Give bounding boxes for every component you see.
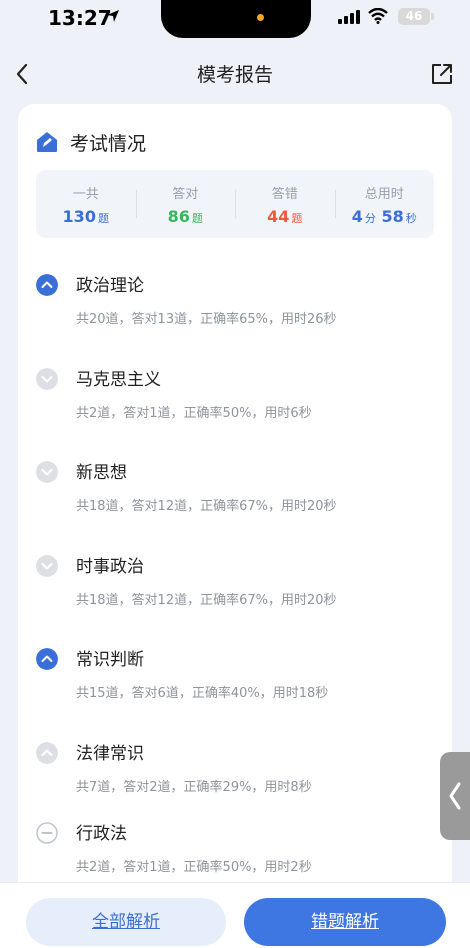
- subject-item-new-thought[interactable]: 新思想 共18道，答对12道，正确率67%，用时20秒: [18, 441, 452, 514]
- subject-detail: 共2道，答对1道，正确率50%，用时6秒: [76, 406, 312, 421]
- share-button[interactable]: [430, 62, 454, 86]
- bottom-action-bar: 全部解析 错题解析: [0, 882, 470, 948]
- chevron-left-icon: [449, 782, 461, 810]
- subject-name: 时事政治: [76, 557, 144, 577]
- subject-name: 常识判断: [76, 650, 144, 670]
- side-drawer-handle[interactable]: [440, 752, 470, 840]
- subject-detail: 共7道，答对2道，正确率29%，用时8秒: [76, 780, 312, 795]
- summary-wrong-label: 答错: [271, 187, 298, 202]
- chevron-up-icon[interactable]: [36, 742, 58, 764]
- summary-time-label: 总用时: [364, 187, 404, 202]
- pencil-home-icon: [37, 132, 57, 152]
- subject-name: 新思想: [76, 463, 127, 483]
- subject-name: 政治理论: [76, 276, 144, 296]
- dynamic-island: [161, 0, 311, 38]
- subject-item-common-sense[interactable]: 常识判断 共15道，答对6道，正确率40%，用时18秒: [18, 628, 452, 701]
- subject-item-politics[interactable]: 政治理论 共20道，答对13道，正确率65%，用时26秒: [18, 254, 452, 327]
- nav-header: 模考报告: [0, 48, 470, 100]
- summary-wrong-unit: 题: [291, 212, 303, 225]
- summary-total-value-line: 130 题: [36, 207, 136, 226]
- summary-wrong-value: 44: [267, 207, 290, 226]
- subject-item-administrative-law[interactable]: 行政法 共2道，答对1道，正确率50%，用时2秒: [18, 802, 452, 875]
- page-title: 模考报告: [196, 64, 273, 86]
- subject-name: 行政法: [76, 824, 127, 844]
- summary-correct-label: 答对: [172, 187, 199, 202]
- subject-item-marxism[interactable]: 马克思主义 共2道，答对1道，正确率50%，用时6秒: [18, 348, 452, 421]
- subject-item-current-affairs[interactable]: 时事政治 共18道，答对12道，正确率67%，用时20秒: [18, 535, 452, 608]
- subject-detail: 共18道，答对12道，正确率67%，用时20秒: [76, 593, 337, 608]
- subject-detail: 共2道，答对1道，正确率50%，用时2秒: [76, 860, 312, 875]
- subject-detail: 共20道，答对13道，正确率65%，用时26秒: [76, 312, 337, 327]
- minus-icon[interactable]: [36, 822, 58, 844]
- subject-detail: 共18道，答对12道，正确率67%，用时20秒: [76, 499, 337, 514]
- summary-total-unit: 题: [97, 212, 109, 225]
- summary-total: 一共 130 题: [36, 170, 136, 238]
- summary-total-label: 一共: [72, 187, 99, 202]
- summary-total-value: 130: [62, 207, 96, 226]
- summary-wrong: 答错 44 题: [235, 170, 335, 238]
- cellular-signal-icon: [338, 10, 360, 24]
- wifi-icon: [368, 8, 388, 24]
- wrong-analysis-button[interactable]: 错题解析: [244, 898, 446, 946]
- summary-correct-value-line: 86 题: [136, 207, 236, 226]
- chevron-up-icon[interactable]: [36, 648, 58, 670]
- status-bar: 13:27 46: [0, 0, 470, 40]
- summary-time: 总用时 4分 58 秒: [334, 170, 435, 238]
- section-header: 考试情况: [36, 128, 146, 156]
- exam-report-card: 考试情况 一共 130 题 答对 86 题 答错 44 题 总用时 4分 58 秒 政治…: [18, 104, 452, 904]
- summary-time-min: 4: [351, 207, 363, 226]
- battery-tip: [431, 13, 434, 20]
- subject-name: 法律常识: [76, 744, 144, 764]
- section-title: 考试情况: [70, 132, 147, 155]
- chevron-down-icon[interactable]: [36, 461, 58, 483]
- subject-detail: 共15道，答对6道，正确率40%，用时18秒: [76, 686, 329, 701]
- summary-correct-unit: 题: [191, 212, 203, 225]
- summary-time-sec-unit: 秒: [405, 212, 417, 225]
- summary-correct-value: 86: [167, 207, 190, 226]
- chevron-up-icon[interactable]: [36, 274, 58, 296]
- subject-item-law[interactable]: 法律常识 共7道，答对2道，正确率29%，用时8秒: [18, 722, 452, 795]
- chevron-down-icon[interactable]: [36, 368, 58, 390]
- summary-correct: 答对 86 题: [135, 170, 236, 238]
- battery-indicator: 46: [398, 8, 430, 25]
- summary-time-sec: 58: [381, 207, 404, 226]
- summary-wrong-value-line: 44 题: [235, 207, 335, 226]
- status-time: 13:27: [48, 6, 112, 30]
- recording-indicator-icon: [257, 14, 264, 21]
- summary-time-min-unit: 分: [364, 212, 376, 225]
- summary-panel: 一共 130 题 答对 86 题 答错 44 题 总用时 4分 58 秒: [36, 170, 434, 238]
- location-arrow-icon: [107, 10, 119, 22]
- summary-time-value-line: 4分 58 秒: [335, 207, 435, 226]
- subject-name: 马克思主义: [76, 370, 161, 390]
- chevron-down-icon[interactable]: [36, 555, 58, 577]
- all-analysis-button[interactable]: 全部解析: [26, 898, 226, 946]
